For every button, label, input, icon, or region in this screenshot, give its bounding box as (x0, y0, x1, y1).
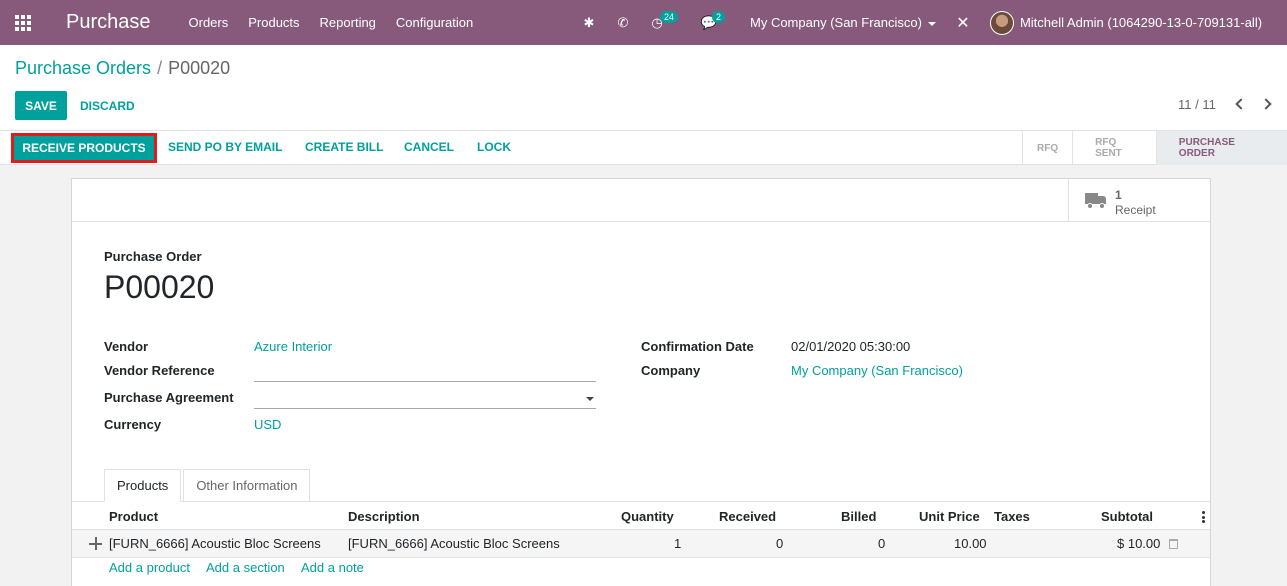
app-name[interactable]: Purchase (66, 11, 151, 34)
trash-icon[interactable] (1169, 539, 1178, 549)
purchase-agreement-label: Purchase Agreement (104, 390, 234, 405)
line-received[interactable]: 0 (776, 536, 783, 551)
vendor-reference-label: Vendor Reference (104, 363, 215, 378)
chevron-down-icon (927, 21, 936, 26)
stage-rfq[interactable]: RFQ (1022, 131, 1072, 165)
line-quantity[interactable]: 1 (674, 536, 681, 551)
add-note-link[interactable]: Add a note (301, 560, 364, 575)
tools-icon[interactable]: ✕ (956, 13, 970, 33)
tab-other-information[interactable]: Other Information (183, 469, 311, 502)
control-panel: Purchase Orders / P00020 SAVE DISCARD 11 /… (0, 45, 1287, 131)
add-product-link[interactable]: Add a product (109, 560, 190, 575)
column-description[interactable]: Description (348, 509, 420, 524)
tab-products[interactable]: Products (104, 469, 182, 502)
pager-next-icon[interactable] (1260, 97, 1272, 111)
purchase-agreement-select[interactable] (254, 389, 596, 409)
send-po-email-button[interactable]: SEND PO BY EMAIL (168, 140, 282, 154)
table-row[interactable]: [FURN_6666] Acoustic Bloc Screens [FURN_… (72, 530, 1210, 558)
activity-badge: 24 (660, 10, 679, 23)
column-subtotal[interactable]: Subtotal (1101, 509, 1153, 524)
receive-products-button[interactable]: RECEIVE PRODUCTS (11, 133, 157, 163)
top-navbar: Purchase Orders Products Reporting Confi… (0, 0, 1287, 45)
line-subtotal: $ 10.00 (1117, 536, 1161, 551)
vendor-label: Vendor (104, 339, 149, 354)
breadcrumb: Purchase Orders / P00020 (15, 58, 230, 79)
vendor-reference-field[interactable] (254, 362, 596, 382)
bug-icon[interactable]: ✱ (582, 15, 596, 31)
pager-value[interactable]: 11 / 11 (1178, 97, 1216, 112)
company-name: My Company (San Francisco) (750, 15, 922, 30)
receipt-smart-button[interactable]: 1 Receipt (1068, 179, 1210, 222)
document-type-label: Purchase Order (104, 249, 202, 264)
navbar-systray: ✱ ✆ ◷ 24 💬 2 My Company (San Francisco) ✕ … (582, 0, 1262, 45)
stage-tracker: RFQ RFQ SENT PURCHASE ORDER (1022, 131, 1287, 165)
user-menu[interactable]: Mitchell Admin (1064290-13-0-709131-all) (1020, 15, 1262, 30)
company-field[interactable]: My Company (San Francisco) (791, 363, 963, 378)
phone-icon[interactable]: ✆ (616, 15, 630, 31)
line-description[interactable]: [FURN_6666] Acoustic Bloc Screens (348, 536, 560, 551)
menu-item-configuration[interactable]: Configuration (396, 15, 473, 30)
column-quantity[interactable]: Quantity (621, 509, 674, 524)
column-taxes[interactable]: Taxes (994, 509, 1030, 524)
document-name: P00020 (104, 269, 215, 305)
add-section-link[interactable]: Add a section (206, 560, 285, 575)
notebook-tabs: Products Other Information (104, 469, 312, 502)
create-bill-button[interactable]: CREATE BILL (305, 140, 383, 154)
messages-icon[interactable]: 💬 2 (701, 10, 726, 31)
lock-button[interactable]: LOCK (477, 140, 511, 154)
chevron-down-icon (586, 397, 594, 401)
main-menu: Orders Products Reporting Configuration (189, 15, 494, 30)
activity-clock-icon[interactable]: ◷ 24 (650, 10, 679, 31)
messages-badge: 2 (712, 10, 726, 23)
receive-products-label: RECEIVE PRODUCTS (14, 136, 154, 160)
form-sheet: 1 Receipt Purchase Order P00020 Vendor A… (71, 178, 1211, 586)
discard-button[interactable]: DISCARD (80, 91, 135, 120)
status-bar: RECEIVE PRODUCTS SEND PO BY EMAIL CREATE… (0, 131, 1287, 165)
receipt-label: Receipt (1115, 203, 1156, 217)
breadcrumb-current: P00020 (168, 58, 231, 78)
stage-rfq-sent[interactable]: RFQ SENT (1072, 131, 1156, 165)
company-label: Company (641, 363, 701, 378)
optional-columns-icon[interactable] (1202, 511, 1205, 523)
smart-button-box: 1 Receipt (72, 179, 1210, 222)
menu-item-orders[interactable]: Orders (189, 15, 229, 30)
menu-item-products[interactable]: Products (248, 15, 299, 30)
cancel-button[interactable]: CANCEL (404, 140, 454, 154)
column-product[interactable]: Product (109, 509, 158, 524)
vendor-field[interactable]: Azure Interior (254, 339, 332, 354)
receipt-count: 1 (1115, 188, 1122, 202)
confirmation-date-label: Confirmation Date (641, 339, 754, 354)
column-billed[interactable]: Billed (841, 509, 876, 524)
currency-field[interactable]: USD (254, 417, 281, 432)
line-product[interactable]: [FURN_6666] Acoustic Bloc Screens (109, 536, 321, 551)
line-billed: 0 (878, 536, 886, 551)
company-switcher[interactable]: My Company (San Francisco) (750, 15, 936, 30)
save-button[interactable]: SAVE (15, 91, 67, 120)
breadcrumb-separator: / (157, 58, 163, 78)
order-lines-header: Product Description Quantity Received Bi… (72, 502, 1210, 530)
avatar[interactable] (989, 10, 1014, 35)
pager-previous-icon[interactable] (1234, 97, 1247, 111)
menu-item-reporting[interactable]: Reporting (320, 15, 376, 30)
stage-purchase-order[interactable]: PURCHASE ORDER (1155, 131, 1287, 165)
line-unit-price[interactable]: 10.00 (954, 536, 987, 551)
apps-menu-icon[interactable] (0, 0, 46, 45)
truck-icon (1085, 193, 1107, 209)
drag-handle-icon[interactable] (89, 537, 102, 550)
currency-label: Currency (104, 417, 162, 432)
confirmation-date-field[interactable]: 02/01/2020 05:30:00 (791, 339, 910, 354)
column-unit-price[interactable]: Unit Price (919, 509, 980, 524)
breadcrumb-parent[interactable]: Purchase Orders (15, 58, 151, 78)
column-received[interactable]: Received (719, 509, 776, 524)
